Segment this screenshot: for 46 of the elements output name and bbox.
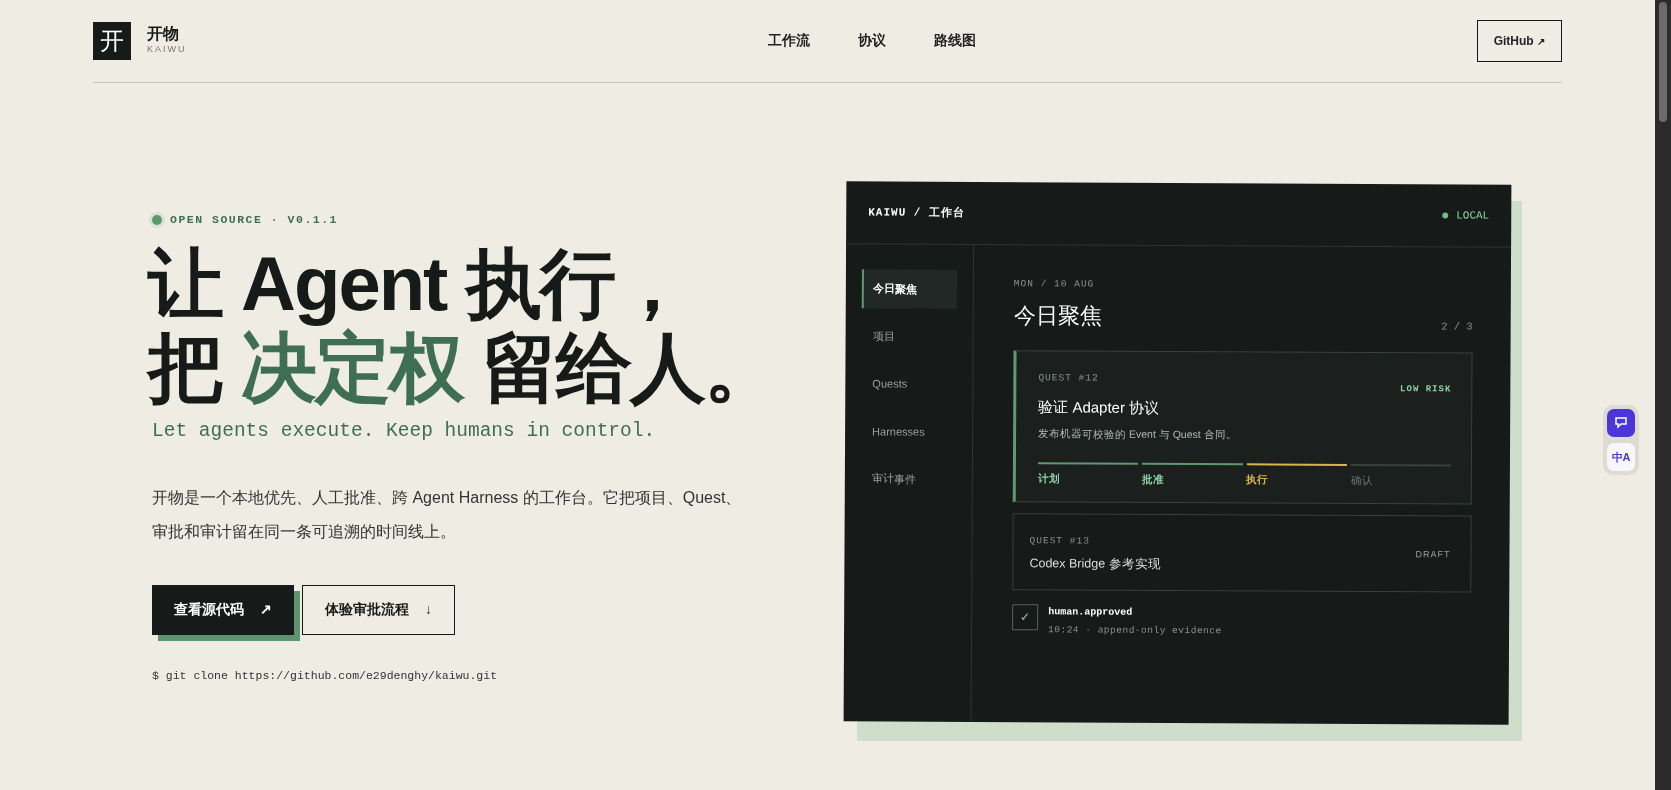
quest-id: QUEST #13 [1029,533,1091,549]
quest-title: Codex Bridge 参考实现 [1029,555,1161,573]
event-name: human.approved [1048,604,1134,620]
quest-description: 发布机器可校验的 Event 与 Quest 合同。 [1038,426,1238,443]
sidebar-item[interactable]: 项目 [861,316,957,356]
tagline: Let agents execute. Keep humans in control. [152,419,657,445]
pager-label: 2 / 3 [1441,318,1473,335]
quest-id: QUEST #12 [1038,371,1100,386]
nav-link[interactable]: 路线图 [933,30,976,52]
date-label: MON / 10 AUG [1013,277,1096,292]
quest-card[interactable]: QUEST #13 Codex Bridge 参考实现 DRAFT [1012,512,1472,593]
step-label: 执行 [1246,472,1270,488]
step-label: 计划 [1037,471,1061,487]
github-button[interactable]: GitHub ↗ [1476,20,1562,62]
sidebar-item[interactable]: 审计事件 [860,459,956,499]
quest-title: 验证 Adapter 协议 [1038,396,1160,418]
status-tag: DRAFT [1415,548,1451,563]
nav-link[interactable]: 工作流 [767,30,810,52]
page-heading: 今日聚焦 [1013,302,1102,331]
event-meta: 10:24 · append-only evidence [1048,622,1222,638]
arrow-icon: ↓ [425,601,432,617]
scrollbar-thumb[interactable] [1659,2,1667,122]
step-label: 批准 [1142,471,1166,487]
sidebar-item[interactable]: Quests [861,364,957,404]
arrow-icon: ↗ [1537,36,1545,47]
arrow-icon: ↗ [260,601,272,617]
quest-card[interactable]: QUEST #12 验证 Adapter 协议 LOW RISK 发布机器可校验的 Event 与 Quest 合同。 计划 批准 执行 确认 [1012,350,1473,505]
nav-link[interactable]: 协议 [857,30,886,52]
status-dot [152,214,162,225]
logo-mark: 开 [93,22,131,60]
sidebar-item[interactable]: Harnesses [861,411,957,451]
headline: 让 Agent 执行， 把 决定权 留给人。 [148,242,780,410]
brand-name: 开物 [147,25,180,44]
status-dot [1442,212,1449,219]
status-tag: LOW RISK [1400,383,1452,398]
chat-icon[interactable] [1607,409,1635,437]
brand-subtitle: KAIWU [147,43,187,57]
clone-command: $ git clone https://github.com/e29denghy/kaiwu.git [152,667,499,684]
status-label: LOCAL [1456,208,1490,224]
version-label: OPEN SOURCE · V0.1.1 [170,212,339,228]
description: 开物是一个本地优先、人工批准、跨 Agent Harness 的工作台。它把项目、Quest、审批和审计留在同一条可追溯的时间线上。 [152,487,743,542]
step-label: 确认 [1350,472,1374,488]
translate-button[interactable]: 中A [1607,443,1635,471]
sidebar-item[interactable]: 今日聚焦 [861,269,957,309]
app-title: KAIWU / 工作台 [868,205,966,221]
try-approval-button[interactable]: 体验审批流程 ↓ [302,584,455,635]
